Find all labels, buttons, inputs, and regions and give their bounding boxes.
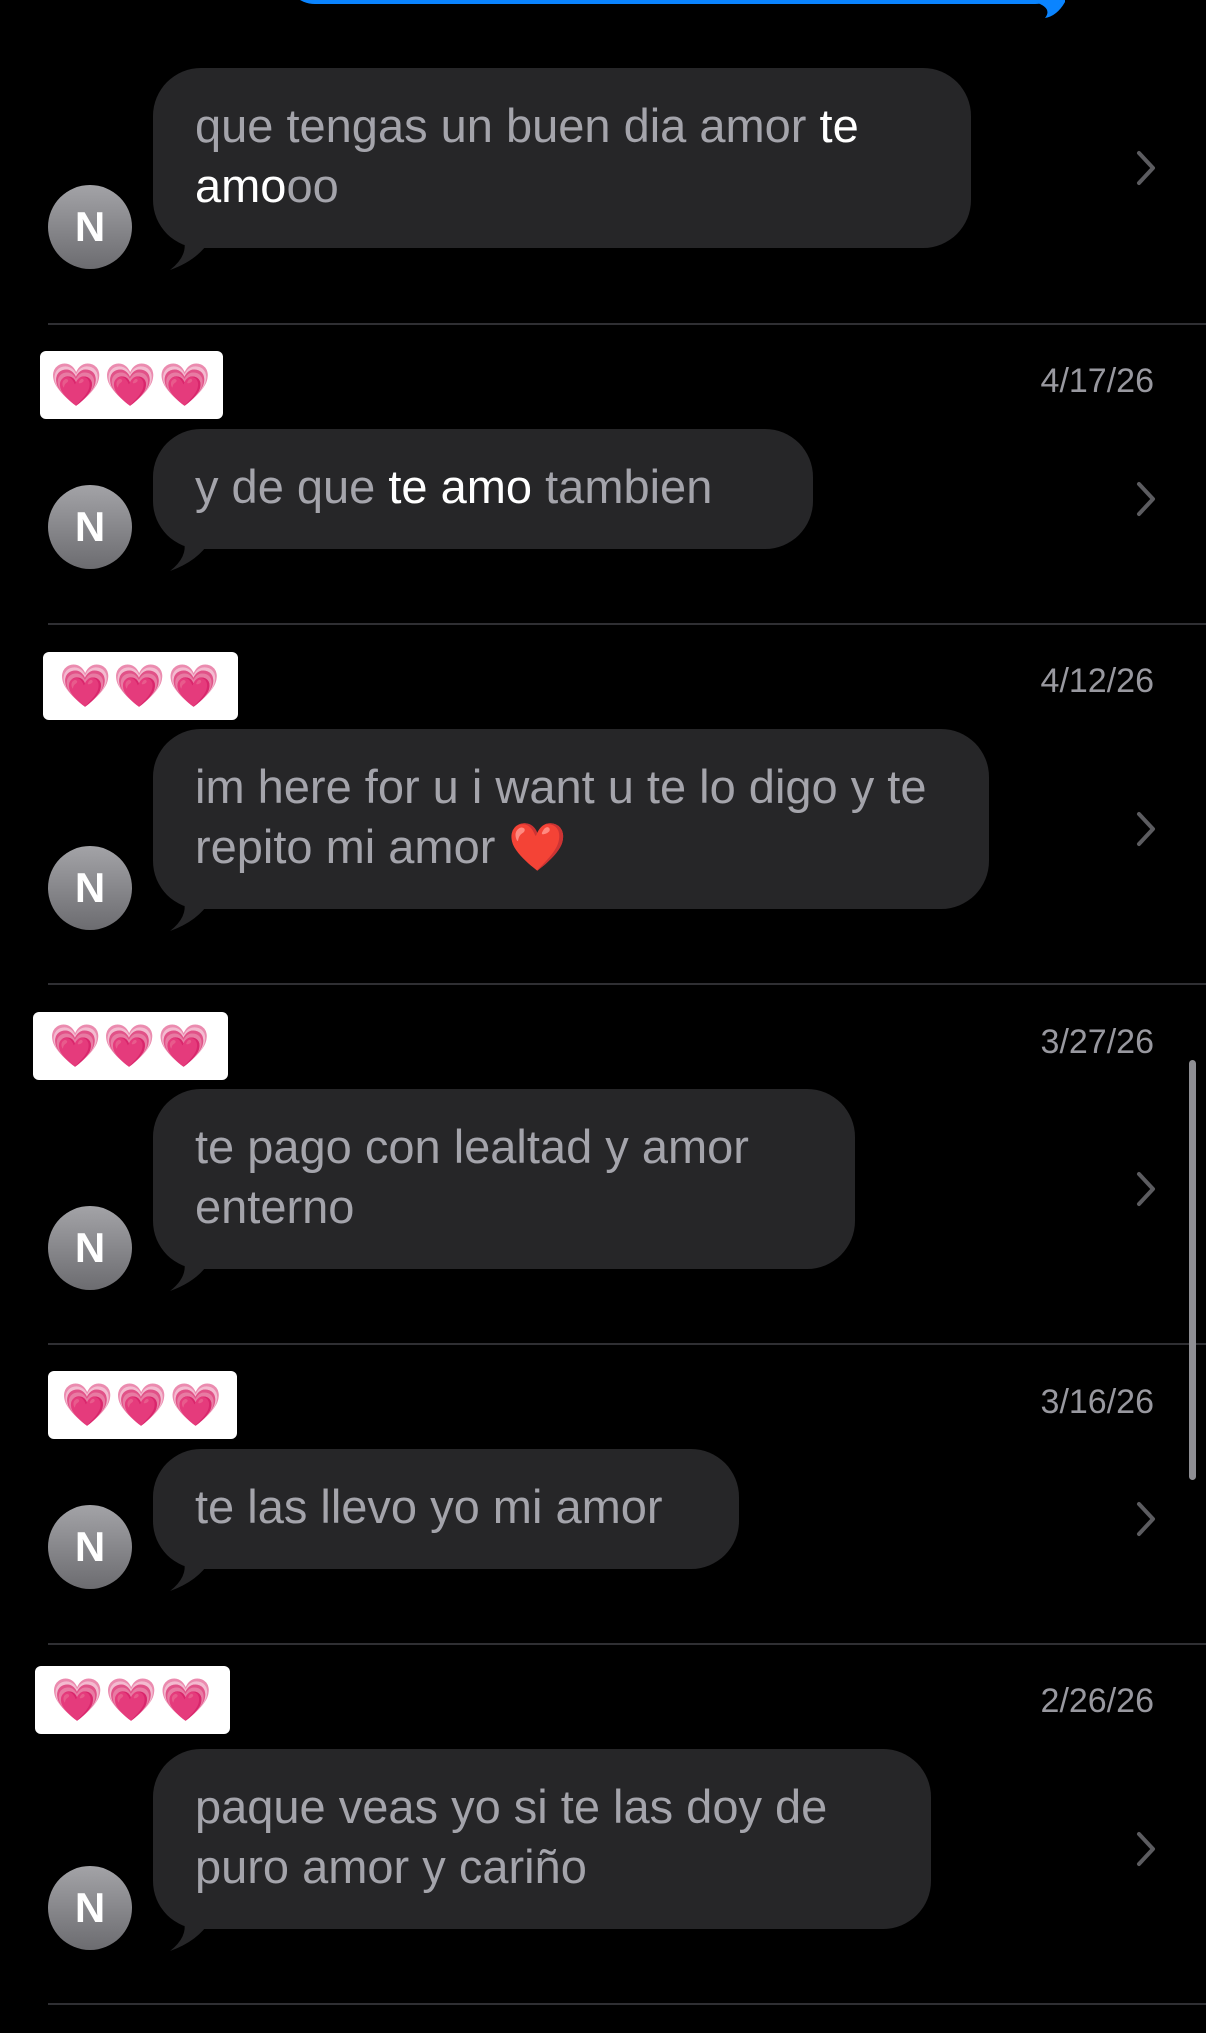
message-text: tambien [532,460,713,513]
sender-name: 💗💗💗 [33,1012,228,1080]
divider [48,323,1206,325]
divider [48,1343,1206,1345]
message-text: oo [286,159,339,212]
contact-avatar[interactable]: N [48,485,132,569]
message-bubble: paque veas yo si te las doy de puro amor… [153,1749,931,1929]
message-bubble: te las llevo yo mi amor [153,1449,739,1569]
contact-avatar[interactable]: N [48,1206,132,1290]
sender-name: 💗💗💗 [35,1666,230,1734]
chevron-right-icon[interactable] [1136,481,1156,517]
bubble-tail [170,1261,210,1291]
chevron-right-icon[interactable] [1136,811,1156,847]
message-text: y de que [195,460,389,513]
message-text: te las llevo yo mi amor [195,1480,663,1533]
bubble-tail [170,240,210,270]
message-bubble: te pago con lealtad y amor enterno [153,1089,855,1269]
bubble-tail [170,1921,210,1951]
chevron-right-icon[interactable] [1136,1501,1156,1537]
divider [48,1643,1206,1645]
chevron-right-icon[interactable] [1136,1171,1156,1207]
message-bubble: y de que te amo tambien [153,429,813,549]
message-date: 3/16/26 [1040,1383,1154,1421]
sent-message-bubble-partial[interactable] [285,0,1065,4]
message-date: 3/27/26 [1040,1023,1154,1061]
contact-avatar[interactable]: N [48,846,132,930]
contact-avatar[interactable]: N [48,1866,132,1950]
message-text: que tengas un buen dia amor [195,99,820,152]
sender-name: 💗💗💗 [48,1371,237,1439]
message-text: te pago con lealtad y amor enterno [195,1120,749,1233]
contact-avatar[interactable]: N [48,185,132,269]
divider [48,623,1206,625]
chevron-right-icon[interactable] [1136,1831,1156,1867]
sent-bubble-tail [1035,0,1065,18]
bubble-tail [170,541,210,571]
message-text: paque veas yo si te las doy de puro amor… [195,1780,828,1893]
divider [48,2003,1206,2005]
scrollbar[interactable] [1189,1060,1196,1480]
bubble-tail [170,1561,210,1591]
message-bubble: que tengas un buen dia amor te amooo [153,68,971,248]
chevron-right-icon[interactable] [1136,150,1156,186]
sender-name: 💗💗💗 [43,652,238,720]
sender-name: 💗💗💗 [40,351,223,419]
message-text: im here for u i want u te lo digo y te r… [195,760,927,873]
message-highlight: te amo [388,460,533,513]
message-date: 4/17/26 [1040,362,1154,400]
message-date: 2/26/26 [1040,1682,1154,1720]
contact-avatar[interactable]: N [48,1505,132,1589]
message-date: 4/12/26 [1040,662,1154,700]
message-bubble: im here for u i want u te lo digo y te r… [153,729,989,909]
divider [48,983,1206,985]
bubble-tail [170,901,210,931]
